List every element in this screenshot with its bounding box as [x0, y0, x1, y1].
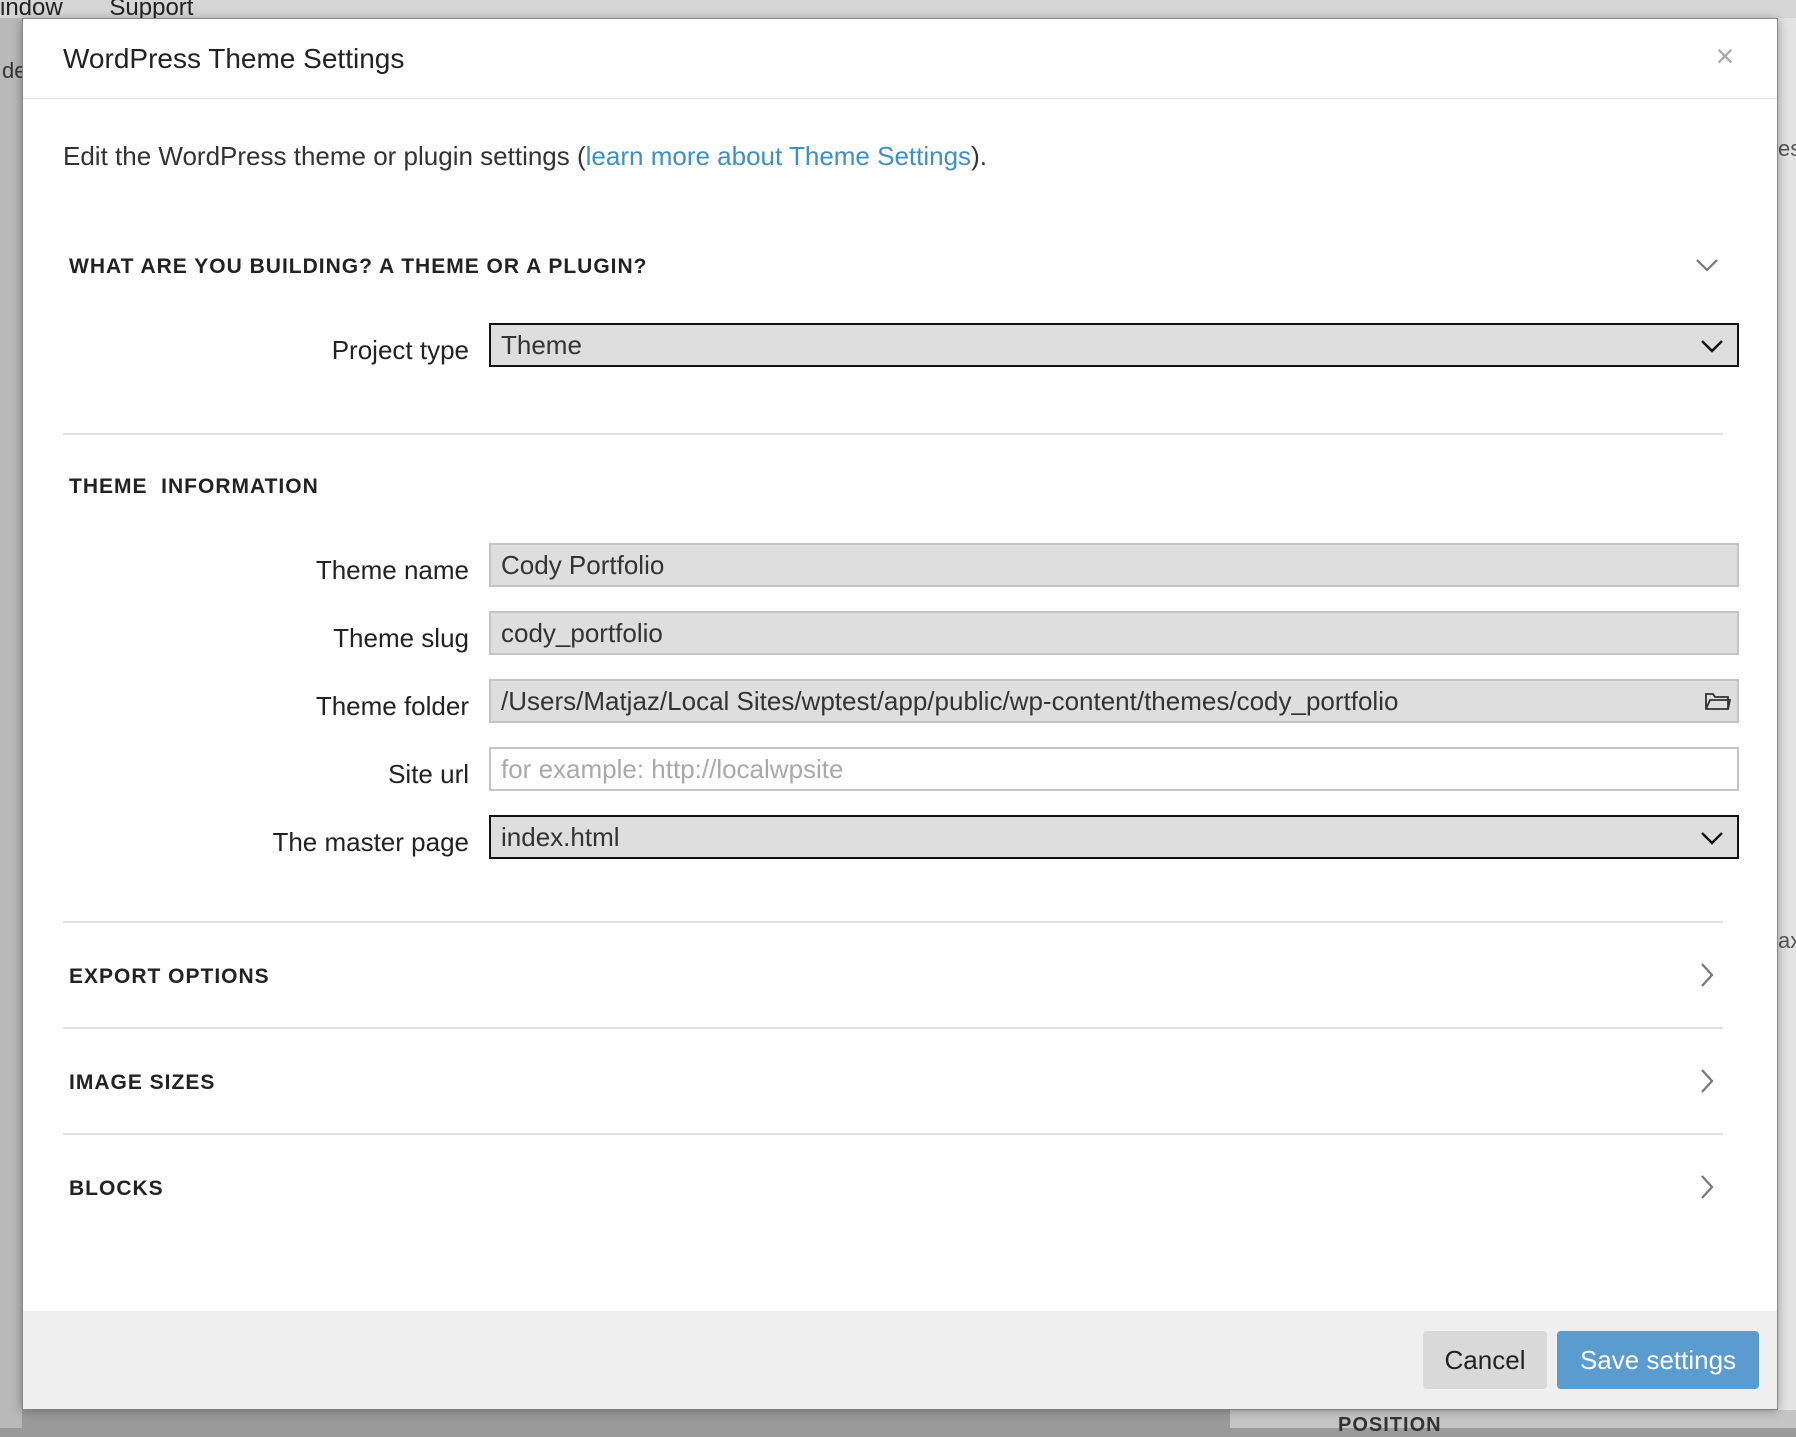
theme-name-label: Theme name: [315, 555, 469, 585]
chevron-right-icon[interactable]: [1693, 1173, 1721, 1201]
theme-folder-label: Theme folder: [315, 691, 469, 721]
site-url-field[interactable]: for example: http://localwpsite: [489, 747, 1739, 791]
section-heading-theme-information: THEME INFORMATION: [69, 475, 319, 498]
learn-more-link[interactable]: learn more about Theme Settings: [586, 141, 971, 171]
dialog-title: WordPress Theme Settings: [63, 43, 405, 74]
dialog-header: WordPress Theme Settings ×: [23, 19, 1777, 99]
background-left-panel: de: [0, 18, 26, 1428]
background-fragment: es: [1778, 136, 1796, 161]
theme-folder-field[interactable]: /Users/Matjaz/Local Sites/wptest/app/pub…: [489, 679, 1739, 723]
save-settings-button[interactable]: Save settings: [1557, 1331, 1759, 1389]
cancel-button[interactable]: Cancel: [1423, 1331, 1547, 1389]
section-heading-blocks[interactable]: BLOCKS: [69, 1177, 164, 1201]
background-toolbar: indow Support: [0, 0, 1796, 21]
master-page-label: The master page: [272, 827, 469, 857]
theme-name-field[interactable]: Cody Portfolio: [489, 543, 1739, 587]
theme-slug-label: Theme slug: [333, 623, 469, 653]
section-divider: [63, 1133, 1723, 1135]
section-divider: [63, 921, 1723, 923]
chevron-right-icon[interactable]: [1693, 1067, 1721, 1095]
background-fragment: ax: [1778, 928, 1796, 953]
intro-text-before: Edit the WordPress theme or plugin setti…: [63, 141, 586, 171]
section-heading-project[interactable]: WHAT ARE YOU BUILDING? A THEME OR A PLUG…: [69, 255, 647, 279]
master-page-value: index.html: [501, 822, 620, 852]
background-fragment: POSITION: [1338, 1414, 1442, 1436]
intro-text: Edit the WordPress theme or plugin setti…: [63, 141, 987, 172]
theme-slug-field[interactable]: cody_portfolio: [489, 611, 1739, 655]
site-url-label: Site url: [388, 759, 469, 789]
project-type-label: Project type: [331, 335, 469, 365]
intro-text-after: ).: [971, 141, 987, 171]
chevron-right-icon[interactable]: [1693, 961, 1721, 989]
theme-settings-dialog: WordPress Theme Settings × Edit the Word…: [22, 18, 1778, 1409]
section-heading-export-options[interactable]: EXPORT OPTIONS: [69, 965, 270, 989]
background-right-panel: es ax: [1778, 18, 1796, 1428]
section-divider: [63, 1027, 1723, 1029]
chevron-down-icon: [1701, 832, 1723, 845]
folder-icon[interactable]: [1703, 688, 1731, 714]
chevron-down-icon[interactable]: [1693, 251, 1721, 279]
section-divider: [63, 433, 1723, 435]
project-type-select[interactable]: Theme: [489, 323, 1739, 367]
dialog-footer: Cancel Save settings: [23, 1311, 1777, 1409]
background-bottom-panel: POSITION: [1230, 1410, 1796, 1436]
section-heading-image-sizes[interactable]: IMAGE SIZES: [69, 1071, 215, 1095]
chevron-down-icon: [1701, 340, 1723, 353]
close-icon[interactable]: ×: [1709, 39, 1741, 73]
project-type-value: Theme: [501, 330, 582, 360]
theme-folder-value: /Users/Matjaz/Local Sites/wptest/app/pub…: [501, 686, 1399, 716]
master-page-select[interactable]: index.html: [489, 815, 1739, 859]
